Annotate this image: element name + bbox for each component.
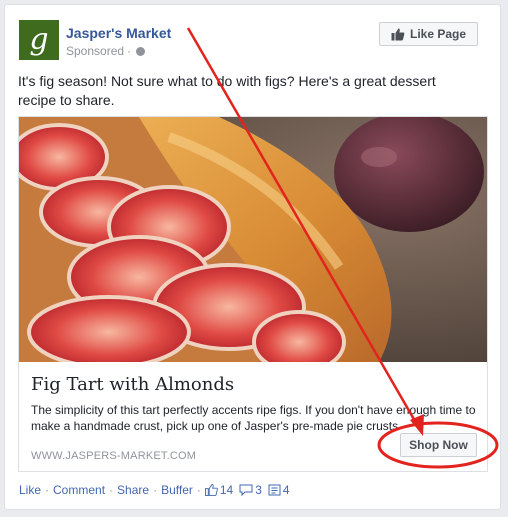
globe-icon [136, 46, 146, 56]
buffer-link[interactable]: Buffer [161, 483, 193, 497]
comment-icon[interactable] [239, 484, 253, 496]
share-link[interactable]: Share [117, 483, 149, 497]
sponsored-label: Sponsored · [66, 44, 146, 58]
post-actions-bar: Like · Comment · Share · Buffer · 14 3 4 [19, 483, 296, 497]
like-page-label: Like Page [409, 27, 467, 41]
fig-tart-photo[interactable] [19, 117, 487, 362]
action-separator: · [196, 483, 201, 497]
action-separator: · [45, 483, 50, 497]
share-count[interactable]: 4 [283, 483, 290, 497]
action-separator: · [153, 483, 158, 497]
thumbs-up-icon [391, 28, 405, 40]
sponsored-separator: · [127, 44, 132, 58]
logo-letter: g [29, 22, 49, 57]
share-icon[interactable] [268, 484, 281, 496]
sponsored-post-card: g Jasper's Market Sponsored · Like Page … [4, 4, 501, 510]
page-logo[interactable]: g [19, 20, 59, 60]
post-message: It's fig season! Not sure what to do wit… [18, 73, 436, 108]
shop-now-button[interactable]: Shop Now [400, 433, 477, 457]
ad-description: The simplicity of this tart perfectly ac… [31, 403, 476, 433]
comment-link[interactable]: Comment [53, 483, 105, 497]
like-link[interactable]: Like [19, 483, 41, 497]
action-separator: · [109, 483, 114, 497]
page-name-link[interactable]: Jasper's Market [66, 25, 171, 41]
sponsored-text: Sponsored [66, 44, 125, 58]
like-count[interactable]: 14 [220, 483, 233, 497]
comment-count[interactable]: 3 [255, 483, 262, 497]
ad-attachment[interactable]: Fig Tart with Almonds The simplicity of … [18, 116, 488, 472]
ad-title[interactable]: Fig Tart with Almonds [31, 374, 234, 395]
like-page-button[interactable]: Like Page [379, 22, 478, 46]
thumbs-up-icon[interactable] [204, 484, 218, 496]
ad-domain: WWW.JASPERS-MARKET.COM [31, 450, 197, 462]
